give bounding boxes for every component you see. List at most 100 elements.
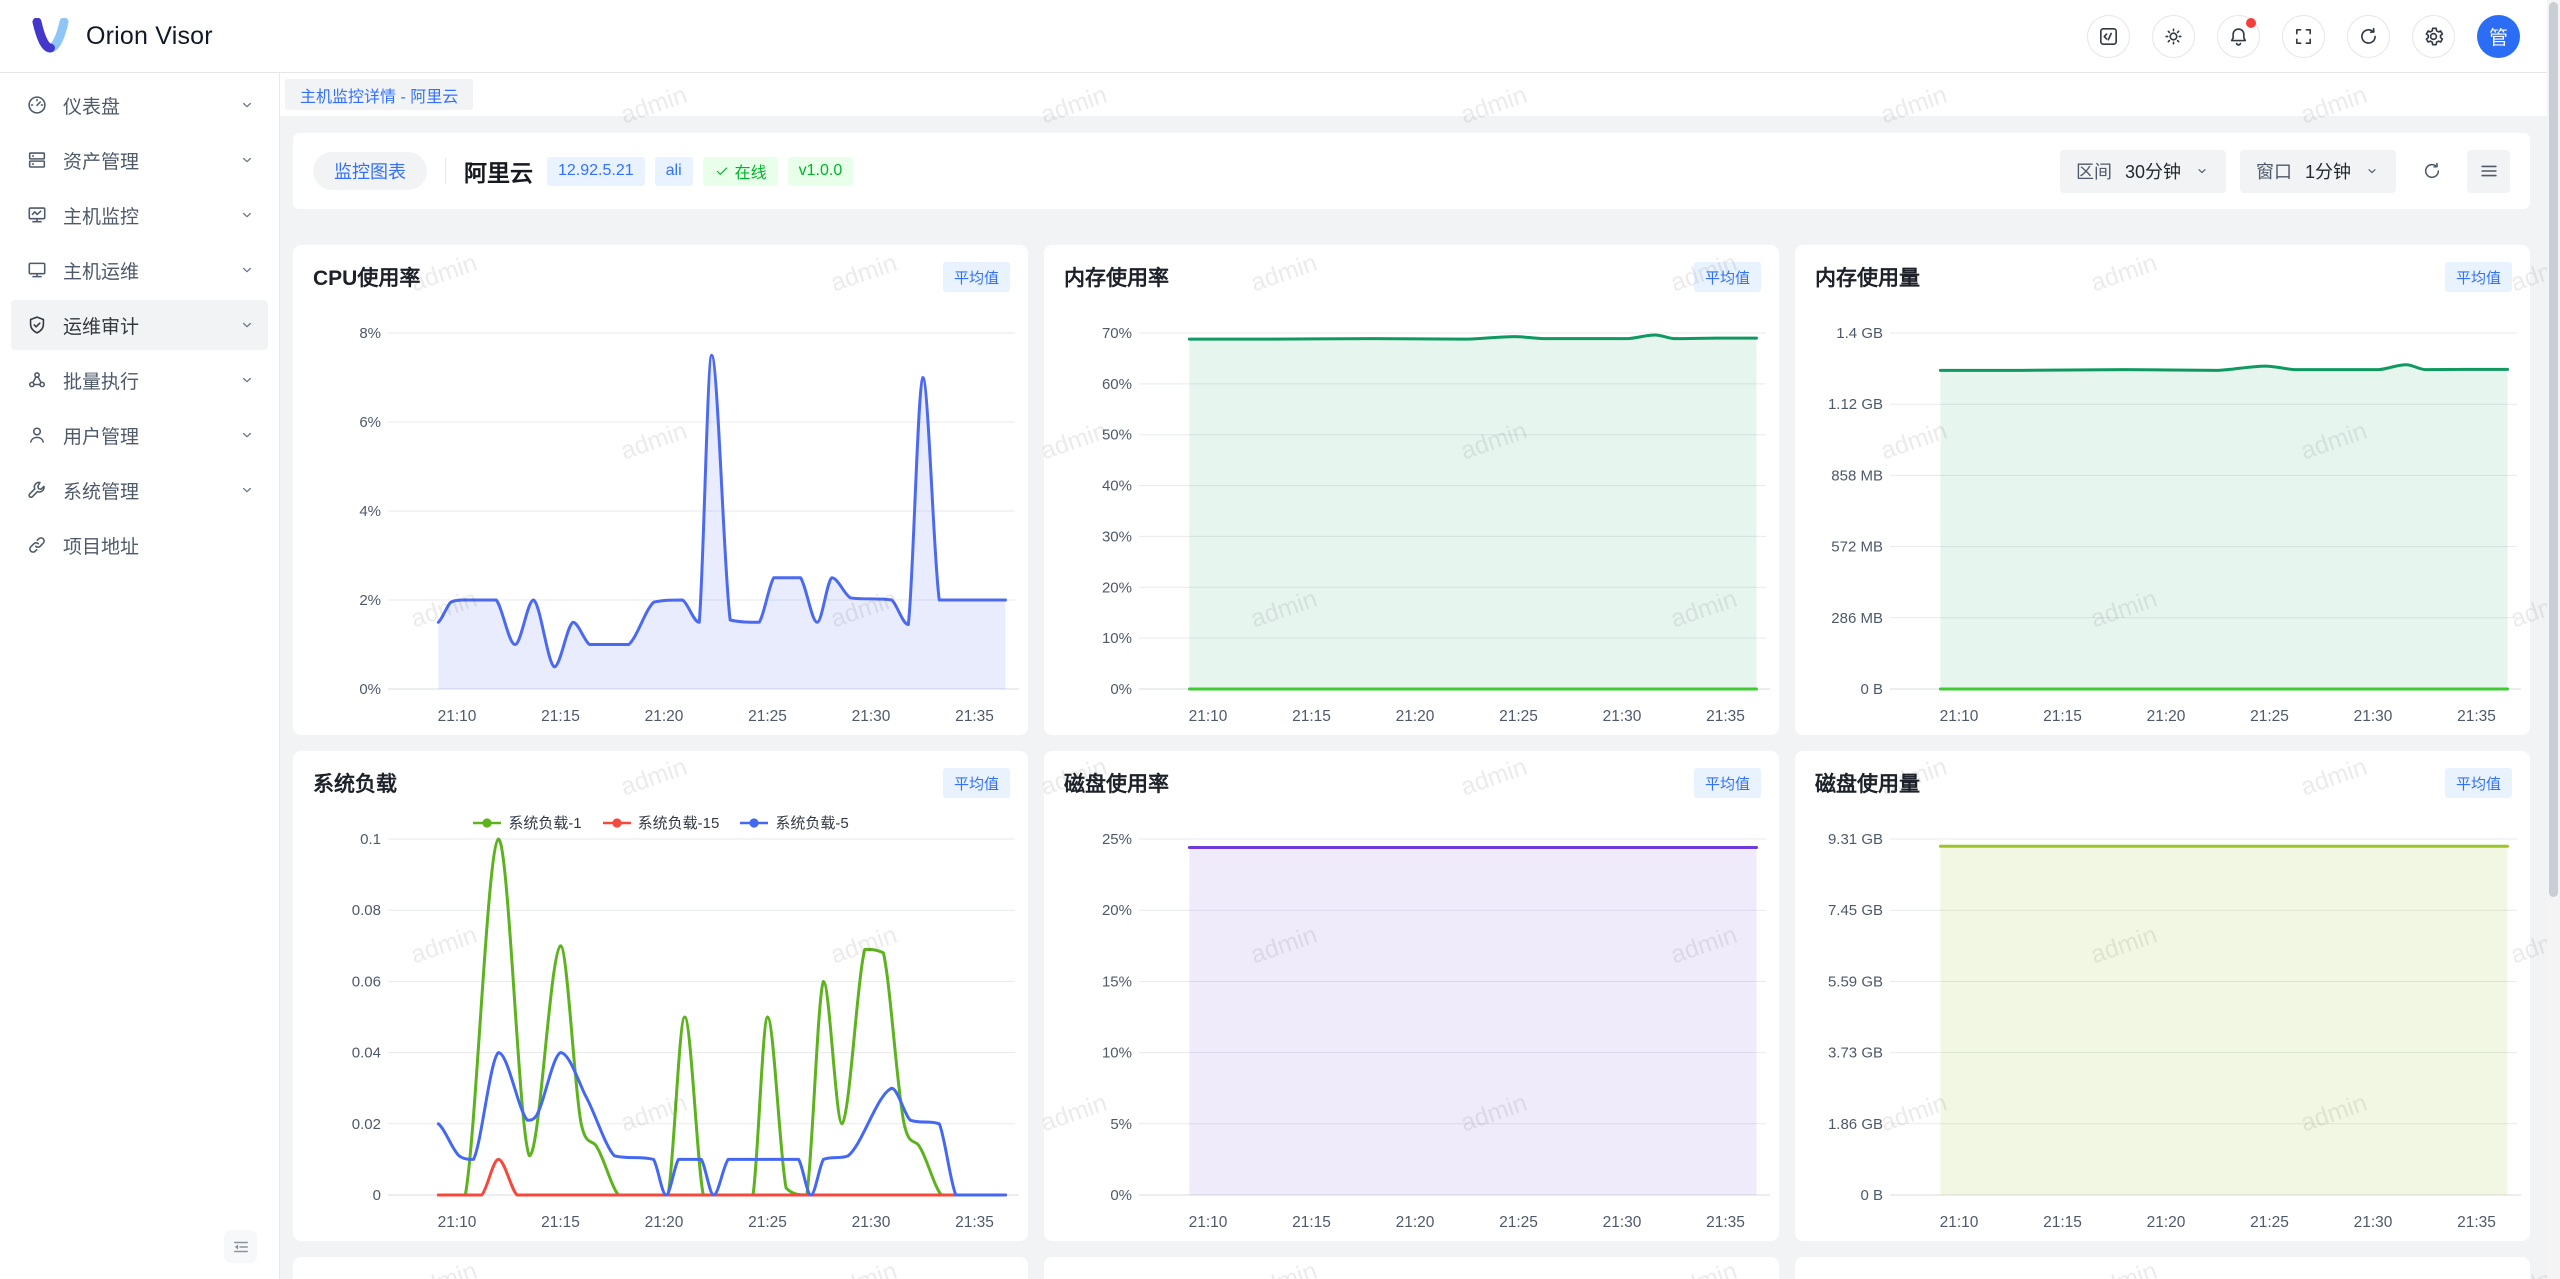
svg-text:0 B: 0 B [1860, 681, 1883, 698]
svg-text:21:20: 21:20 [645, 708, 684, 725]
user-avatar[interactable]: 管 [2477, 15, 2520, 58]
svg-text:0 B: 0 B [1860, 1187, 1883, 1204]
sidebar-item-label: 用户管理 [63, 422, 238, 449]
logo-v-icon [30, 18, 72, 54]
legend-item-系统负载-1[interactable]: 系统负载-1 [472, 812, 581, 833]
settings-gear-icon[interactable] [2412, 15, 2455, 58]
legend-marker-icon [602, 817, 632, 829]
page-tab[interactable]: 主机监控详情 - 阿里云 [285, 79, 473, 110]
toolbar-refresh-icon[interactable] [2410, 150, 2453, 193]
svg-text:0%: 0% [359, 681, 381, 698]
svg-text:21:10: 21:10 [1940, 708, 1979, 725]
chart-card-6: 磁盘使用量平均值0 B1.86 GB3.73 GB5.59 GB7.45 GB9… [1795, 751, 2530, 1241]
chart-plot: 0 B1.86 GB3.73 GB5.59 GB7.45 GB9.31 GB21… [1795, 809, 2530, 1239]
tab-bar: 主机监控详情 - 阿里云 [280, 73, 2560, 116]
sidebar-item-host-monitoring[interactable]: 主机监控 [11, 190, 268, 240]
svg-text:21:15: 21:15 [2043, 708, 2082, 725]
svg-text:21:30: 21:30 [1603, 708, 1642, 725]
chevron-down-icon [2194, 163, 2210, 179]
chevron-down-icon [238, 426, 256, 444]
legend-item-系统负载-5[interactable]: 系统负载-5 [739, 812, 848, 833]
sidebar-item-batch-execution[interactable]: 批量执行 [11, 355, 268, 405]
chart-plot: 0 B286 MB572 MB858 MB1.12 GB1.4 GB21:102… [1795, 303, 2530, 733]
sidebar-item-label: 运维审计 [63, 312, 238, 339]
toolbar-menu-icon[interactable] [2467, 150, 2510, 193]
svg-text:21:10: 21:10 [1940, 1214, 1979, 1231]
svg-text:50%: 50% [1102, 427, 1132, 444]
svg-text:21:25: 21:25 [2250, 1214, 2289, 1231]
chart-plot: 00.020.040.060.080.121:1021:1521:2021:25… [293, 809, 1028, 1239]
svg-text:21:25: 21:25 [2250, 708, 2289, 725]
server-icon [26, 149, 48, 171]
app-title: Orion Visor [86, 22, 213, 51]
sidebar-item-host-ops[interactable]: 主机运维 [11, 245, 268, 295]
sidebar-item-dashboard[interactable]: 仪表盘 [11, 80, 268, 130]
svg-text:21:10: 21:10 [1189, 1214, 1228, 1231]
average-badge[interactable]: 平均值 [1694, 768, 1761, 798]
chart-title: CPU使用率 [313, 262, 420, 292]
app-logo: Orion Visor [30, 18, 213, 54]
sidebar-item-label: 系统管理 [63, 477, 238, 504]
chart-card-3: 内存使用量平均值0 B286 MB572 MB858 MB1.12 GB1.4 … [1795, 245, 2530, 735]
svg-text:7.45 GB: 7.45 GB [1828, 902, 1883, 919]
scrollbar-thumb[interactable] [2549, 2, 2558, 897]
chevron-down-icon [238, 261, 256, 279]
sidebar-item-label: 主机监控 [63, 202, 238, 229]
svg-text:0: 0 [373, 1187, 381, 1204]
chart-title: 磁盘使用率 [1064, 768, 1169, 798]
svg-text:6%: 6% [359, 414, 381, 431]
legend-item-系统负载-15[interactable]: 系统负载-15 [602, 812, 720, 833]
svg-text:5.59 GB: 5.59 GB [1828, 973, 1883, 990]
chevron-down-icon [238, 151, 256, 169]
average-badge[interactable]: 平均值 [943, 262, 1010, 292]
svg-text:8%: 8% [359, 325, 381, 342]
theme-sun-icon[interactable] [2152, 15, 2195, 58]
shield-check-icon [26, 314, 48, 336]
sidebar-item-user-management[interactable]: 用户管理 [11, 410, 268, 460]
window-label: 窗口 [2256, 158, 2292, 184]
svg-text:21:15: 21:15 [541, 708, 580, 725]
svg-text:21:35: 21:35 [1706, 1214, 1745, 1231]
svg-text:21:30: 21:30 [1603, 1214, 1642, 1231]
sidebar-item-system-management[interactable]: 系统管理 [11, 465, 268, 515]
monitor-chart-button[interactable]: 监控图表 [313, 152, 427, 190]
average-badge[interactable]: 平均值 [1694, 262, 1761, 292]
svg-text:21:10: 21:10 [438, 708, 477, 725]
sidebar-item-project-url[interactable]: 项目地址 [11, 520, 268, 570]
status-online-tag: 在线 [703, 157, 778, 186]
sidebar-item-ops-audit[interactable]: 运维审计 [11, 300, 268, 350]
svg-text:0.02: 0.02 [352, 1116, 381, 1133]
interval-label: 区间 [2076, 158, 2112, 184]
svg-text:70%: 70% [1102, 325, 1132, 342]
gauge-icon [26, 94, 48, 116]
monitor-chart-icon [26, 204, 48, 226]
refresh-icon[interactable] [2347, 15, 2390, 58]
notification-dot [2246, 18, 2256, 28]
chevron-down-icon [238, 206, 256, 224]
sidebar-item-asset-management[interactable]: 资产管理 [11, 135, 268, 185]
host-tags: 12.92.5.21ali在线v1.0.0 [547, 157, 863, 186]
svg-text:572 MB: 572 MB [1831, 539, 1883, 556]
chart-plot: 0%2%4%6%8%21:1021:1521:2021:2521:3021:35 [293, 303, 1028, 733]
app-header: Orion Visor 管 [0, 0, 2560, 73]
average-badge[interactable]: 平均值 [2445, 262, 2512, 292]
svg-text:0%: 0% [1110, 681, 1132, 698]
chart-card-5: 磁盘使用率平均值0%5%10%15%20%25%21:1021:1521:202… [1044, 751, 1779, 1241]
average-badge[interactable]: 平均值 [2445, 768, 2512, 798]
svg-text:1.4 GB: 1.4 GB [1836, 325, 1883, 342]
average-badge[interactable]: 平均值 [943, 768, 1010, 798]
header-actions: 管 [2087, 15, 2534, 58]
sidebar-collapse-button[interactable] [224, 1230, 257, 1263]
chart-title: 系统负载 [313, 768, 397, 798]
fullscreen-icon[interactable] [2282, 15, 2325, 58]
svg-text:21:35: 21:35 [2457, 1214, 2496, 1231]
sidebar-item-label: 批量执行 [63, 367, 238, 394]
sidebar-menu: 仪表盘资产管理主机监控主机运维运维审计批量执行用户管理系统管理项目地址 [0, 73, 279, 570]
notifications-bell-icon[interactable] [2217, 15, 2260, 58]
scrollbar-track [2547, 0, 2560, 1279]
chart-card-partial [293, 1257, 1028, 1279]
code-window-icon[interactable] [2087, 15, 2130, 58]
window-select[interactable]: 窗口 1分钟 [2240, 150, 2396, 193]
toolbar-divider [445, 158, 446, 184]
interval-select[interactable]: 区间 30分钟 [2060, 150, 2226, 193]
